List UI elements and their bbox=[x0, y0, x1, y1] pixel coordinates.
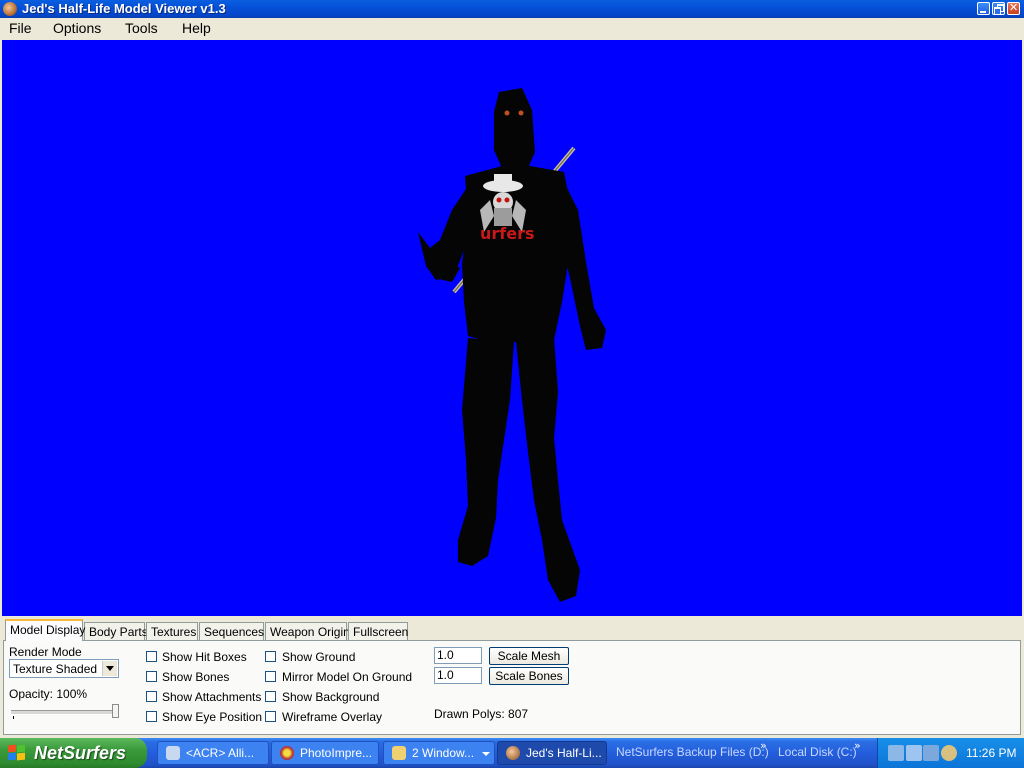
menu-help[interactable]: Help bbox=[182, 19, 211, 37]
scale-bones-input[interactable]: 1.0 bbox=[434, 667, 482, 684]
app-icon[interactable] bbox=[3, 2, 17, 16]
show-eye-position-checkbox[interactable] bbox=[146, 711, 157, 722]
tab-sequences[interactable]: Sequences bbox=[199, 622, 264, 640]
task-acr-label: <ACR> Alli... bbox=[186, 746, 255, 760]
volume-tray-icon[interactable] bbox=[941, 745, 957, 761]
show-eye-position-label: Show Eye Position bbox=[162, 710, 263, 724]
show-bones-label: Show Bones bbox=[162, 670, 230, 684]
scale-bones-button[interactable]: Scale Bones bbox=[489, 667, 569, 685]
show-ground-checkbox[interactable] bbox=[265, 651, 276, 662]
ninja-model bbox=[418, 88, 606, 602]
minimize-button[interactable] bbox=[977, 2, 990, 15]
display-tray-icon[interactable] bbox=[923, 745, 939, 761]
scale-mesh-button[interactable]: Scale Mesh bbox=[489, 647, 569, 665]
opacity-label: Opacity: 100% bbox=[9, 687, 88, 701]
opacity-slider-thumb[interactable] bbox=[112, 704, 119, 718]
show-hit-boxes-checkbox[interactable] bbox=[146, 651, 157, 662]
network-icon bbox=[166, 746, 180, 760]
render-mode-label: Render Mode bbox=[9, 645, 82, 659]
task-jeds-hlmv[interactable]: Jed's Half-Li... bbox=[497, 741, 607, 765]
tab-body-parts[interactable]: Body Parts bbox=[84, 622, 148, 640]
wireframe-overlay-label: Wireframe Overlay bbox=[282, 710, 383, 724]
model-eye-right bbox=[518, 110, 524, 116]
chevron-right-icon[interactable]: » bbox=[854, 738, 861, 754]
menu-options[interactable]: Options bbox=[53, 19, 101, 37]
window-title: Jed's Half-Life Model Viewer v1.3 bbox=[22, 1, 226, 16]
minimize-icon bbox=[980, 11, 986, 13]
tab-weapon-origin[interactable]: Weapon Origin bbox=[265, 622, 350, 640]
task-jeds-hlmv-label: Jed's Half-Li... bbox=[526, 746, 602, 760]
close-icon: ✕ bbox=[1009, 1, 1019, 14]
mirror-model-checkbox[interactable] bbox=[265, 671, 276, 682]
photoimpression-icon bbox=[280, 746, 294, 760]
tab-textures[interactable]: Textures bbox=[146, 622, 198, 640]
control-panel: Model Display Body Parts Textures Sequen… bbox=[0, 618, 1024, 738]
svg-text:urfers: urfers bbox=[480, 224, 535, 243]
task-photoimpression[interactable]: PhotoImpre... bbox=[271, 741, 379, 765]
show-hit-boxes-label: Show Hit Boxes bbox=[162, 650, 247, 664]
tab-fullscreen[interactable]: Fullscreen bbox=[348, 622, 408, 640]
drawn-polys-text: Drawn Polys: 807 bbox=[434, 707, 529, 721]
taskbar: NetSurfers <ACR> Alli... PhotoImpre... 2… bbox=[0, 738, 1024, 768]
task-windows-group[interactable]: 2 Window... bbox=[383, 741, 495, 765]
render-mode-value: Texture Shaded bbox=[13, 662, 98, 676]
group-dropdown-icon bbox=[482, 752, 490, 756]
render-mode-select[interactable]: Texture Shaded bbox=[9, 659, 119, 678]
show-background-label: Show Background bbox=[282, 690, 380, 704]
model-eye-left bbox=[504, 110, 510, 116]
mirror-model-label: Mirror Model On Ground bbox=[282, 670, 413, 684]
toolbar-netsurfers-backup[interactable]: NetSurfers Backup Files (D:) bbox=[616, 741, 769, 763]
network-tray-icon[interactable] bbox=[888, 745, 904, 761]
task-acr[interactable]: <ACR> Alli... bbox=[157, 741, 269, 765]
start-label: NetSurfers bbox=[34, 743, 127, 763]
task-windows-group-label: 2 Window... bbox=[412, 746, 475, 760]
close-button[interactable]: ✕ bbox=[1007, 1, 1020, 15]
chevron-down-icon[interactable] bbox=[102, 661, 117, 676]
hlmv-icon bbox=[506, 746, 520, 760]
model-viewport[interactable]: urfers bbox=[2, 40, 1022, 616]
show-attachments-checkbox[interactable] bbox=[146, 691, 157, 702]
chevron-right-icon[interactable]: » bbox=[760, 738, 767, 754]
menu-bar: File Options Tools Help bbox=[0, 18, 1024, 38]
scale-mesh-input[interactable]: 1.0 bbox=[434, 647, 482, 664]
show-attachments-label: Show Attachments bbox=[162, 690, 262, 704]
show-ground-label: Show Ground bbox=[282, 650, 356, 664]
clock[interactable]: 11:26 PM bbox=[966, 742, 1016, 764]
restore-button[interactable] bbox=[992, 2, 1005, 15]
start-button[interactable]: NetSurfers bbox=[0, 738, 147, 768]
wireframe-overlay-checkbox[interactable] bbox=[265, 711, 276, 722]
restore-icon-back bbox=[994, 7, 1001, 15]
task-photoimpression-label: PhotoImpre... bbox=[300, 746, 373, 760]
tab-model-display[interactable]: Model Display bbox=[5, 619, 85, 641]
model-render: urfers bbox=[418, 88, 606, 602]
menu-tools[interactable]: Tools bbox=[125, 19, 158, 37]
opacity-slider-track bbox=[11, 710, 117, 715]
windows-logo-icon bbox=[8, 744, 26, 761]
show-background-checkbox[interactable] bbox=[265, 691, 276, 702]
folder-icon bbox=[392, 746, 406, 760]
menu-file[interactable]: File bbox=[9, 19, 32, 37]
connection-tray-icon[interactable] bbox=[906, 745, 922, 761]
opacity-slider-tick bbox=[13, 716, 14, 719]
show-bones-checkbox[interactable] bbox=[146, 671, 157, 682]
title-bar[interactable]: Jed's Half-Life Model Viewer v1.3 ✕ bbox=[0, 0, 1024, 18]
toolbar-local-disk[interactable]: Local Disk (C:) bbox=[778, 741, 857, 763]
